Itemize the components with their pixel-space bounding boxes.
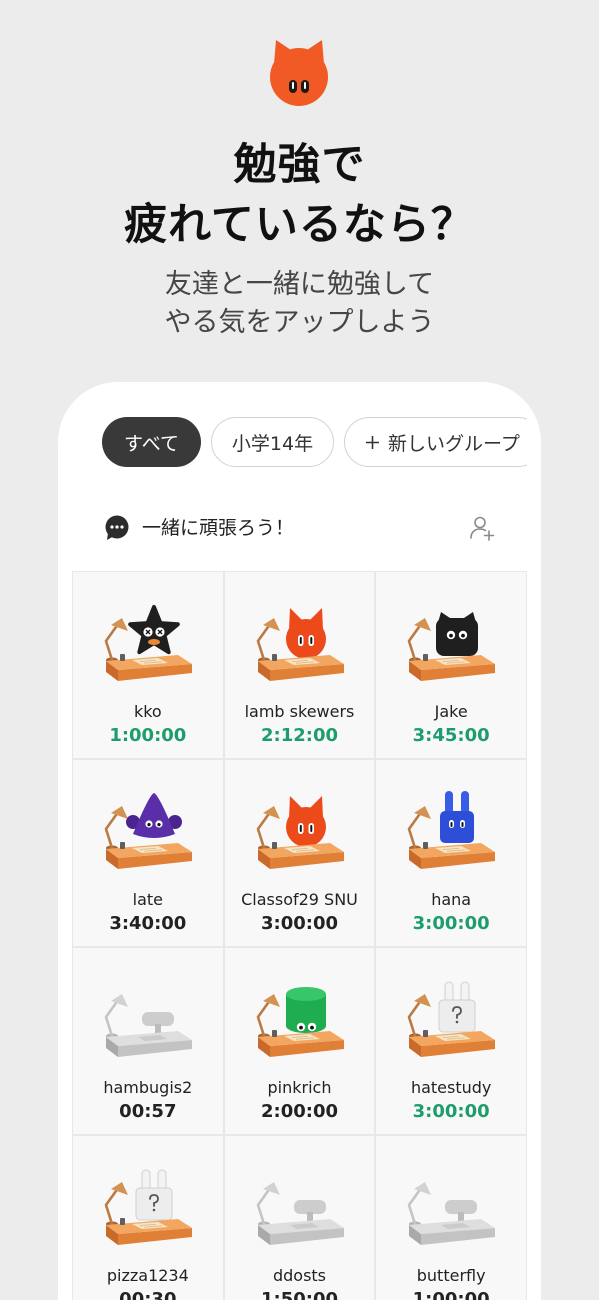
member-name: butterfly [416, 1266, 486, 1285]
character-cat [285, 796, 326, 847]
study-desk-illustration [408, 612, 496, 681]
study-time: 3:00:00 [260, 913, 338, 934]
study-time: 2:00:00 [260, 1101, 338, 1122]
study-desk-illustration [256, 987, 344, 1057]
study-time: 00:30 [119, 1289, 177, 1300]
character-star [128, 605, 180, 655]
member-card[interactable]: butterfly 1:00:00 [376, 1136, 526, 1300]
study-desk-illustration [104, 793, 192, 869]
study-desk-illustration [408, 1182, 496, 1245]
group-title: 一緒に頑張ろう！ [142, 517, 295, 539]
chip-label: すべて [124, 432, 179, 455]
desk [409, 654, 496, 681]
character-cylinder [285, 987, 326, 1033]
member-card[interactable]: kko 1:00:00 [73, 572, 223, 758]
desk [257, 1200, 344, 1245]
chip-label: 新しいグループ [388, 432, 520, 455]
study-time: 2:12:00 [260, 725, 338, 746]
study-desk-illustration [256, 608, 344, 681]
lamp [104, 994, 128, 1039]
study-time: 1:50:00 [260, 1289, 338, 1300]
desk [106, 1012, 192, 1057]
chat-bubble-icon [105, 515, 129, 540]
study-desk-illustration [256, 796, 344, 869]
character-rabbit [440, 791, 475, 843]
group-header: 一緒に頑張ろう！ [58, 510, 541, 546]
member-name: lamb skewers [244, 702, 355, 721]
lamp [408, 1182, 432, 1227]
character-rabbit-box [438, 981, 476, 1033]
hero-title: 勉強で 疲れているなら？ [0, 135, 599, 255]
plus-icon [366, 435, 379, 449]
chip-label: 小学14年 [231, 432, 314, 455]
cat-logo-icon [270, 40, 328, 106]
study-desk-illustration [104, 605, 192, 681]
member-grid: kko 1:00:00 lamb skewers 2:12:00 Jake 3:… [72, 571, 527, 1300]
study-desk-illustration [408, 981, 496, 1057]
lamp [256, 1182, 280, 1227]
hero-subtitle-line-1: 友達と一緒に勉強して [164, 269, 435, 300]
desk [106, 842, 192, 869]
member-card[interactable]: hana 3:00:00 [376, 760, 526, 946]
member-name: ddosts [272, 1266, 327, 1285]
chip-all[interactable]: すべて [102, 417, 201, 467]
member-card[interactable]: hambugis2 00:57 [73, 948, 223, 1134]
character-block [436, 612, 479, 656]
study-desk-illustration [104, 994, 192, 1057]
group-chip-row: すべて 小学14年 新しいグループ [102, 416, 527, 468]
chip-new-group[interactable]: 新しいグループ [344, 417, 527, 467]
member-name: pizza1234 [106, 1266, 189, 1285]
member-card[interactable]: hatestudy 3:00:00 [376, 948, 526, 1134]
desk [257, 654, 344, 681]
member-card[interactable]: lamb skewers 2:12:00 [224, 572, 375, 758]
study-time: 3:45:00 [412, 725, 490, 746]
hero-subtitle-line-2: やる気をアップしよう [164, 307, 435, 338]
desk [257, 842, 344, 869]
study-time: 3:00:00 [412, 913, 490, 934]
hero-subtitle: 友達と一緒に勉強して やる気をアップしよう [0, 266, 599, 342]
study-time: 1:00:00 [412, 1289, 490, 1300]
study-desk-illustration [104, 1169, 192, 1245]
phone-mockup: すべて 小学14年 新しいグループ 一緒に頑張ろう！ kko 1:00:00 l… [58, 382, 541, 1300]
add-user-icon[interactable] [468, 514, 496, 542]
study-time: 00:57 [119, 1101, 177, 1122]
desk [409, 1030, 496, 1057]
member-name: hatestudy [410, 1078, 492, 1097]
member-name: kko [133, 702, 162, 721]
study-desk-illustration [408, 791, 496, 869]
desk [409, 842, 496, 869]
study-time: 3:40:00 [109, 913, 187, 934]
study-desk-illustration [256, 1182, 344, 1245]
chip-group[interactable]: 小学14年 [211, 417, 334, 467]
desk [106, 1218, 192, 1245]
study-time: 1:00:00 [109, 725, 187, 746]
member-card[interactable]: Jake 3:45:00 [376, 572, 526, 758]
desk [106, 654, 192, 681]
character-drop [126, 793, 182, 838]
character-cat [285, 608, 326, 659]
member-card[interactable]: ddosts 1:50:00 [224, 1136, 375, 1300]
member-name: pinkrich [267, 1078, 332, 1097]
member-name: hana [431, 890, 472, 909]
desk [409, 1200, 496, 1245]
member-name: Classof29 SNU [241, 890, 358, 909]
member-card[interactable]: late 3:40:00 [73, 760, 223, 946]
hero-title-line-1: 勉強で [233, 140, 366, 190]
study-time: 3:00:00 [412, 1101, 490, 1122]
member-name: late [132, 890, 164, 909]
hero-title-line-2: 疲れているなら？ [124, 200, 475, 250]
member-card[interactable]: pinkrich 2:00:00 [224, 948, 375, 1134]
character-rabbit-box [135, 1169, 173, 1221]
member-card[interactable]: Classof29 SNU 3:00:00 [224, 760, 375, 946]
member-name: hambugis2 [103, 1078, 193, 1097]
member-name: Jake [434, 702, 468, 721]
desk [257, 1030, 344, 1057]
member-card[interactable]: pizza1234 00:30 [73, 1136, 223, 1300]
